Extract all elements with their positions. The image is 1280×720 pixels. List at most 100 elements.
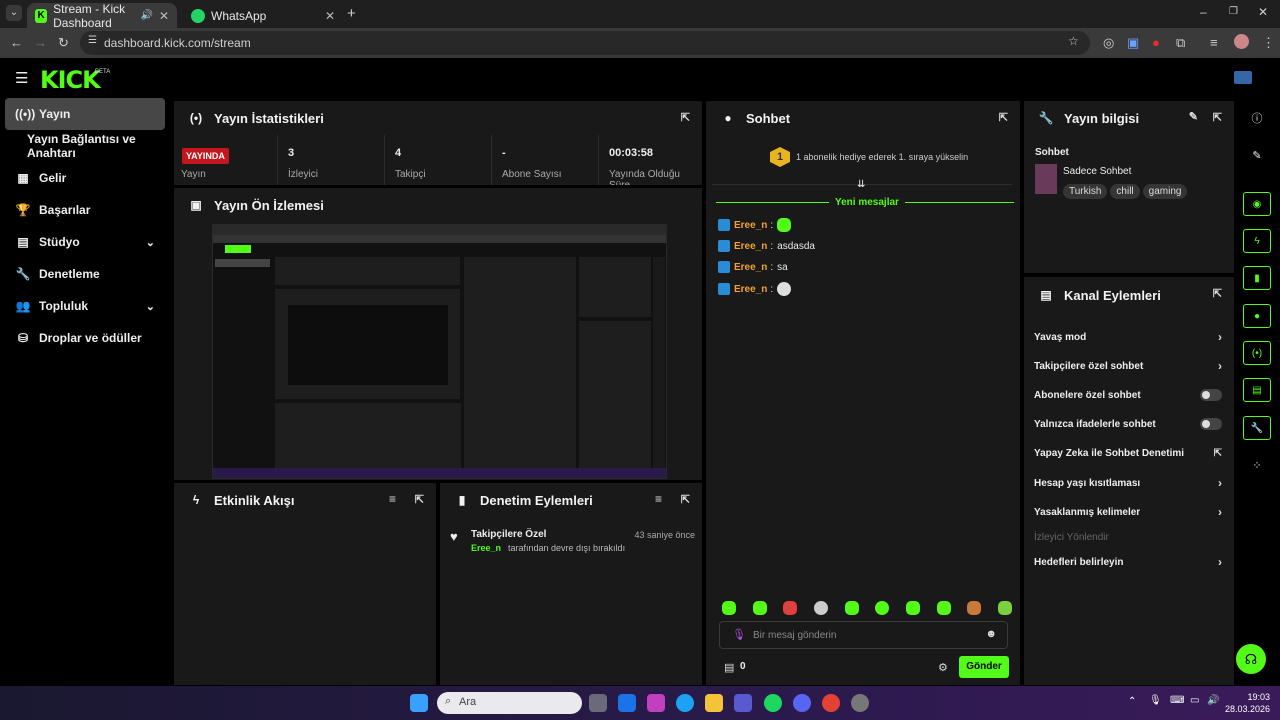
action-subscribers-only[interactable]: Abonelere özel sohbet <box>1034 385 1222 405</box>
close-window-icon[interactable]: ✕ <box>1258 5 1268 19</box>
address-bar[interactable]: ☰ dashboard.kick.com/stream ☆ <box>80 31 1090 55</box>
action-set-goals[interactable]: Hedefleri belirleyin › <box>1034 552 1222 572</box>
sidebar-item-stream-key[interactable]: Yayın Bağlantısı ve Anahtarı <box>5 130 173 162</box>
microphone-icon[interactable]: 🎙 <box>732 628 746 641</box>
edit-pencil-icon[interactable]: ✎ <box>1243 143 1271 167</box>
emote-only-toggle[interactable] <box>1200 418 1222 430</box>
chat-username[interactable]: Eree_n <box>734 220 767 231</box>
popout-icon[interactable]: ⇱ <box>1213 287 1222 300</box>
clipboard-icon[interactable]: ▮ <box>1243 266 1271 290</box>
send-button[interactable]: Gönder <box>959 656 1009 678</box>
lightning-icon[interactable]: ϟ <box>1243 229 1271 253</box>
maximize-icon[interactable]: ❐ <box>1229 6 1238 17</box>
emote-icon[interactable] <box>722 601 736 615</box>
site-info-icon[interactable]: ☰ <box>88 35 97 46</box>
emote-icon[interactable] <box>875 601 890 615</box>
emote-icon[interactable] <box>844 601 859 615</box>
points-icon[interactable]: ▤ <box>724 661 734 674</box>
teams-icon[interactable] <box>734 694 752 712</box>
action-banned-words[interactable]: Yasaklanmış kelimeler › <box>1034 502 1222 522</box>
popout-icon[interactable]: ⇱ <box>1213 111 1222 124</box>
tray-network-icon[interactable]: ▭ <box>1190 695 1199 706</box>
taskbar-clock[interactable]: 19:03 28.03.2026 <box>1225 691 1270 715</box>
filter-icon[interactable]: ≡ <box>389 492 396 506</box>
sidebar-item-gelir[interactable]: ▦ Gelir <box>5 162 165 194</box>
tab-whatsapp[interactable]: WhatsApp ✕ <box>183 3 343 28</box>
subscribers-only-toggle[interactable] <box>1200 389 1222 401</box>
stream-preview-video[interactable] <box>212 224 667 479</box>
action-account-age[interactable]: Hesap yaşı kısıtlaması › <box>1034 473 1222 493</box>
sidebar-item-studyo[interactable]: ▤ Stüdyo ⌄ <box>5 226 165 258</box>
extensions-puzzle-icon[interactable]: ⧉ <box>1176 35 1185 51</box>
chat-settings-gear-icon[interactable]: ⚙ <box>938 661 948 674</box>
chat-message[interactable]: Eree_n : <box>718 218 792 232</box>
action-slow-mode[interactable]: Yavaş mod › <box>1034 327 1222 347</box>
chat-username[interactable]: Eree_n <box>734 284 767 295</box>
sidebar-item-droplar[interactable]: ⛁ Droplar ve ödüller <box>5 322 165 354</box>
user-avatar[interactable] <box>1234 71 1252 84</box>
kick-logo[interactable]: KICK <box>40 66 101 94</box>
reload-icon[interactable]: ↻ <box>58 35 69 51</box>
outlook-icon[interactable] <box>618 694 636 712</box>
chat-username[interactable]: Eree_n <box>734 262 767 273</box>
emote-icon[interactable] <box>967 601 982 615</box>
spotify-icon[interactable] <box>764 694 782 712</box>
entry-user[interactable]: Eree_n <box>471 543 501 553</box>
emoji-icon[interactable]: ☻ <box>985 628 997 640</box>
popout-icon[interactable]: ⇱ <box>681 493 690 506</box>
gift-rank-notice[interactable]: 1 abonelik hediye ederek 1. sıraya yükse… <box>796 152 968 162</box>
tray-microphone-icon[interactable]: 🎙 <box>1149 695 1162 706</box>
popout-icon[interactable]: ⇱ <box>681 111 690 124</box>
sidebar-item-yayin[interactable]: ((•)) Yayın <box>5 98 165 130</box>
profile-avatar[interactable] <box>1234 34 1249 49</box>
record-extension-icon[interactable]: ● <box>1152 35 1160 50</box>
emote-icon[interactable] <box>997 601 1012 615</box>
tab-search-icon[interactable]: ⌄ <box>6 5 22 21</box>
copilot-icon[interactable] <box>647 694 665 712</box>
camera-icon[interactable]: ◉ <box>1243 192 1271 216</box>
tab-kick-dashboard[interactable]: K Stream - Kick Dashboard 🔊 ✕ <box>27 2 177 30</box>
filter-icon[interactable]: ≡ <box>655 492 662 506</box>
close-tab-icon[interactable]: ✕ <box>159 9 169 23</box>
support-headset-icon[interactable]: ☊ <box>1236 644 1266 674</box>
scroll-down-icon[interactable]: ⇊ <box>857 179 865 190</box>
edge-icon[interactable] <box>676 694 694 712</box>
chat-message[interactable]: Eree_n : asdasda <box>718 240 815 252</box>
hamburger-menu-icon[interactable]: ☰ <box>15 69 28 87</box>
emote-icon[interactable] <box>813 601 828 615</box>
action-followers-only[interactable]: Takipçilere özel sohbet › <box>1034 356 1222 376</box>
chrome-icon[interactable] <box>822 694 840 712</box>
sidebar-item-topluluk[interactable]: 👥 Topluluk ⌄ <box>5 290 165 322</box>
reading-list-icon[interactable]: ≡ <box>1210 35 1218 50</box>
windows-start-icon[interactable] <box>410 694 428 712</box>
chat-input[interactable]: 🎙 Bir mesaj gönderin ☻ <box>719 621 1008 649</box>
wrench-icon[interactable]: 🔧 <box>1243 416 1271 440</box>
speaker-icon[interactable]: 🔊 <box>141 10 153 21</box>
chat-bubble-icon[interactable]: ● <box>1243 304 1271 328</box>
bookmark-star-icon[interactable]: ☆ <box>1068 34 1079 48</box>
emote-icon[interactable] <box>936 601 951 615</box>
chat-message[interactable]: Eree_n : <box>718 282 792 296</box>
minimize-icon[interactable]: – <box>1200 5 1207 19</box>
popout-icon[interactable]: ⇱ <box>415 493 424 506</box>
back-icon[interactable]: ← <box>10 35 23 50</box>
task-view-icon[interactable] <box>589 694 607 712</box>
info-icon[interactable]: ⓘ <box>1243 106 1271 130</box>
chat-message[interactable]: Eree_n : sa <box>718 261 788 273</box>
discord-icon[interactable] <box>793 694 811 712</box>
tray-keyboard-icon[interactable]: ⌨ <box>1170 695 1184 706</box>
tray-volume-icon[interactable]: 🔊 <box>1207 695 1219 706</box>
settings-icon[interactable]: ▤ <box>1243 378 1271 402</box>
extension-icon[interactable]: ◎ <box>1103 35 1114 51</box>
sidebar-item-denetleme[interactable]: 🔧 Denetleme <box>5 258 165 290</box>
broadcast-icon[interactable]: (•) <box>1243 341 1271 365</box>
more-widgets-icon[interactable]: ⁘ <box>1243 453 1271 477</box>
emote-icon[interactable] <box>752 601 767 615</box>
chat-username[interactable]: Eree_n <box>734 241 767 252</box>
taskbar-search[interactable]: ⌕ Ara <box>437 692 582 714</box>
popout-icon[interactable]: ⇱ <box>999 111 1008 124</box>
action-emote-only[interactable]: Yalnızca ifadelerle sohbet <box>1034 414 1222 434</box>
action-ai-moderation[interactable]: Yapay Zeka ile Sohbet Denetimi ⇱ <box>1034 443 1222 463</box>
close-tab-icon[interactable]: ✕ <box>325 9 335 23</box>
forward-icon[interactable]: → <box>34 35 47 50</box>
